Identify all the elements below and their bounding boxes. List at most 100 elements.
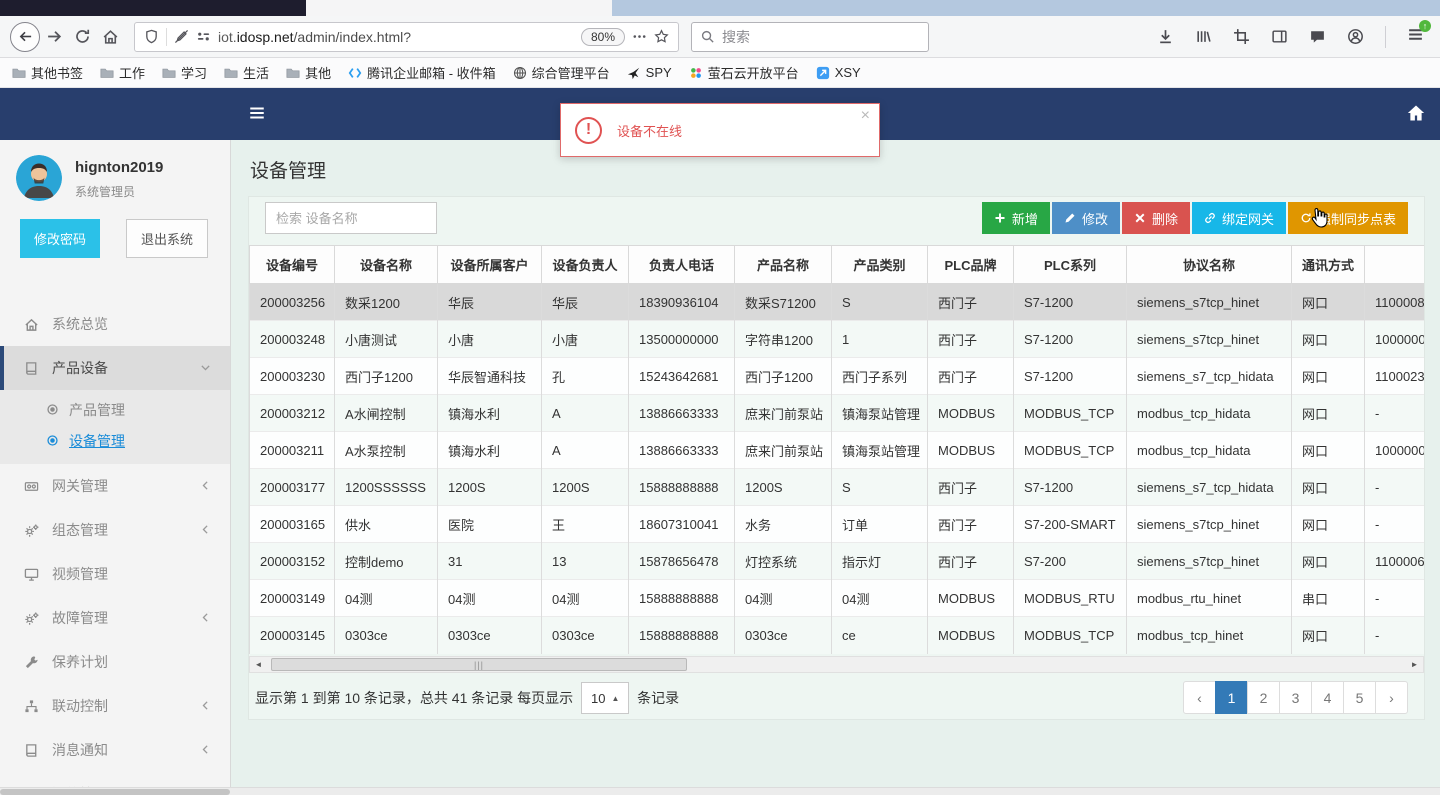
blocked-pencil-icon[interactable]	[174, 29, 189, 44]
sidebar-item-video-management[interactable]: 视频管理	[0, 552, 230, 596]
bookmark-misc[interactable]: 其他	[286, 63, 331, 82]
add-button[interactable]: 新增	[981, 202, 1050, 234]
bookmark-ezviz-open[interactable]: 萤石云开放平台	[689, 63, 799, 82]
page-button-2[interactable]: 2	[1247, 681, 1280, 714]
table-cell: 0303ce	[541, 616, 629, 654]
back-button[interactable]	[10, 21, 40, 52]
table-row[interactable]: 200003211 A水泵控制 镇海水利 A 13886663333 庶来门前泵站 镇海泵站…	[249, 431, 1424, 469]
table-row[interactable]: 200003152 控制demo 31 13 15878656478 灯控系统 指示灯 西门子…	[249, 542, 1424, 580]
bookmark-study[interactable]: 学习	[162, 63, 207, 82]
logout-button[interactable]: 退出系统	[126, 219, 209, 258]
table-cell: -	[1364, 394, 1424, 432]
column-header[interactable]: 设备负责人	[541, 245, 629, 284]
sidebars-icon[interactable]	[1271, 28, 1288, 45]
page-size-select[interactable]: 10 ▲	[581, 682, 630, 714]
sidebar-item-gateway-management[interactable]: 网关管理	[0, 464, 230, 508]
page-button-1[interactable]: 1	[1215, 681, 1248, 714]
sidebar-item-message-notification[interactable]: 消息通知	[0, 728, 230, 772]
downloads-icon[interactable]	[1157, 28, 1174, 45]
delete-button[interactable]: 删除	[1121, 202, 1190, 234]
sidebar-item-sms-management[interactable]: 短信管理	[0, 772, 230, 787]
table-row[interactable]: 200003230 西门子1200 华辰智通科技孔 15243642681 西门子120…	[249, 357, 1424, 395]
sidebar-subitem-label: 产品管理	[69, 401, 125, 418]
url-bar[interactable]: iot.idosp.net/admin/index.html? 80%	[134, 21, 679, 52]
table-row[interactable]: 200003145 0303ce 0303ce 0303ce 15888888888 03…	[249, 616, 1424, 654]
column-header[interactable]: 设备名称	[334, 245, 438, 284]
page-prev-button[interactable]: ‹	[1183, 681, 1216, 714]
home-button[interactable]	[96, 23, 124, 51]
page-button-5[interactable]: 5	[1343, 681, 1376, 714]
sidebar-item-fault-management[interactable]: 故障管理	[0, 596, 230, 640]
reload-button[interactable]	[68, 23, 96, 51]
bookmark-spy[interactable]: SPY	[627, 65, 672, 80]
page-button-4[interactable]: 4	[1311, 681, 1344, 714]
bookmark-other-bookmarks[interactable]: 其他书签	[12, 63, 83, 82]
table-row[interactable]: 200003149 04测 04测 04测 15888888888 04测 04测 MODBU…	[249, 579, 1424, 617]
column-header[interactable]: 协议名称	[1126, 245, 1292, 284]
page-actions-icon[interactable]	[632, 29, 647, 44]
column-header[interactable]: 通讯方式	[1291, 245, 1365, 284]
column-header[interactable]: 产品名称	[734, 245, 832, 284]
column-header[interactable]: 已绑定网关	[1364, 245, 1424, 284]
sidebar-item-maintenance-plan[interactable]: 保养计划	[0, 640, 230, 684]
column-header[interactable]: 设备所属客户	[437, 245, 542, 284]
browser-tab-dark[interactable]	[0, 0, 306, 16]
column-header[interactable]: PLC品牌	[927, 245, 1014, 284]
sidebar-item-system-overview[interactable]: 系统总览	[0, 302, 230, 346]
browser-tab-active[interactable]	[306, 0, 612, 16]
change-password-button[interactable]: 修改密码	[20, 219, 101, 258]
sidebar-toggle-icon[interactable]	[248, 104, 266, 122]
window-horizontal-scrollbar[interactable]	[0, 787, 1440, 795]
mouse-cursor	[1306, 206, 1330, 230]
bookmark-label: 生活	[243, 66, 270, 81]
bind-gateway-button[interactable]: 绑定网关	[1191, 202, 1286, 234]
scroll-right-button[interactable]: ►	[1406, 657, 1423, 672]
page-button-3[interactable]: 3	[1279, 681, 1312, 714]
bookmark-star-icon[interactable]	[654, 29, 669, 44]
table-cell: 15243642681	[628, 357, 735, 395]
column-header[interactable]: 产品类别	[831, 245, 928, 284]
table-horizontal-scrollbar[interactable]: ◄ ||| ►	[249, 656, 1424, 673]
scroll-left-button[interactable]: ◄	[250, 657, 267, 672]
site-permissions-icon[interactable]	[196, 29, 211, 44]
column-header[interactable]: PLC系列	[1013, 245, 1127, 284]
column-header[interactable]: 负责人电话	[628, 245, 735, 284]
sidebar-subitem-product-management[interactable]: 产品管理	[0, 394, 230, 425]
table-row[interactable]: 200003165 供水 医院王 18607310041 水务 订单 西门子 S7-200-S…	[249, 505, 1424, 543]
sidebar-item-linkage-control[interactable]: 联动控制	[0, 684, 230, 728]
sidebar-item-scada-management[interactable]: 组态管理	[0, 508, 230, 552]
shield-icon[interactable]	[144, 29, 159, 44]
window-scrollbar-thumb[interactable]	[0, 789, 230, 795]
bookmark-mgmt-platform[interactable]: 综合管理平台	[513, 63, 610, 82]
browser-search-input[interactable]	[722, 28, 920, 45]
table-row[interactable]: 200003248 小唐测试 小唐 小唐 13500000000 字符串1200 1 西门子 S…	[249, 320, 1424, 358]
device-search-input[interactable]	[265, 202, 437, 234]
bookmark-xsy[interactable]: XSY	[816, 65, 861, 80]
screenshot-icon[interactable]	[1233, 28, 1250, 45]
table-row[interactable]: 200003212 A水闸控制 镇海水利 A 13886663333 庶来门前泵站 镇海泵站…	[249, 394, 1424, 432]
table-row[interactable]: 200003256 数采1200 华辰 华辰 18390936104 数采S71200 S 西…	[249, 283, 1424, 321]
sidebar-subitem-device-management[interactable]: 设备管理	[0, 425, 230, 456]
table-cell: 网口	[1291, 283, 1365, 321]
browser-search-box[interactable]	[691, 21, 929, 52]
bookmark-work[interactable]: 工作	[100, 63, 145, 82]
bookmark-life[interactable]: 生活	[224, 63, 269, 82]
alert-close-icon[interactable]: ×	[861, 107, 870, 125]
sidebar-item-product-device[interactable]: 产品设备	[0, 346, 230, 390]
app-menu-button[interactable]: ↑	[1407, 19, 1431, 48]
bookmark-tencent-mail[interactable]: 腾讯企业邮箱 - 收件箱	[348, 63, 496, 82]
column-header[interactable]: 设备编号	[249, 245, 335, 284]
app-home-icon[interactable]	[1406, 103, 1426, 123]
account-icon[interactable]	[1347, 28, 1364, 45]
comment-icon[interactable]	[1309, 28, 1326, 45]
table-row[interactable]: 200003177 1200SSSSSS 1200S 1200S 15888888888…	[249, 468, 1424, 506]
forward-button[interactable]	[40, 23, 68, 51]
device-table: 设备编号 设备名称 设备所属客户 设备负责人 负责人电话 产品名称 产品类别 PLC品牌 PLC…	[249, 245, 1424, 654]
folder-icon	[286, 66, 300, 80]
page-next-button[interactable]: ›	[1375, 681, 1408, 714]
zoom-level-badge[interactable]: 80%	[580, 27, 625, 46]
library-icon[interactable]	[1195, 28, 1212, 45]
scrollbar-thumb[interactable]: |||	[271, 658, 687, 671]
edit-button[interactable]: 修改	[1051, 202, 1120, 234]
table-cell: 1200SSSSSS	[334, 468, 438, 506]
